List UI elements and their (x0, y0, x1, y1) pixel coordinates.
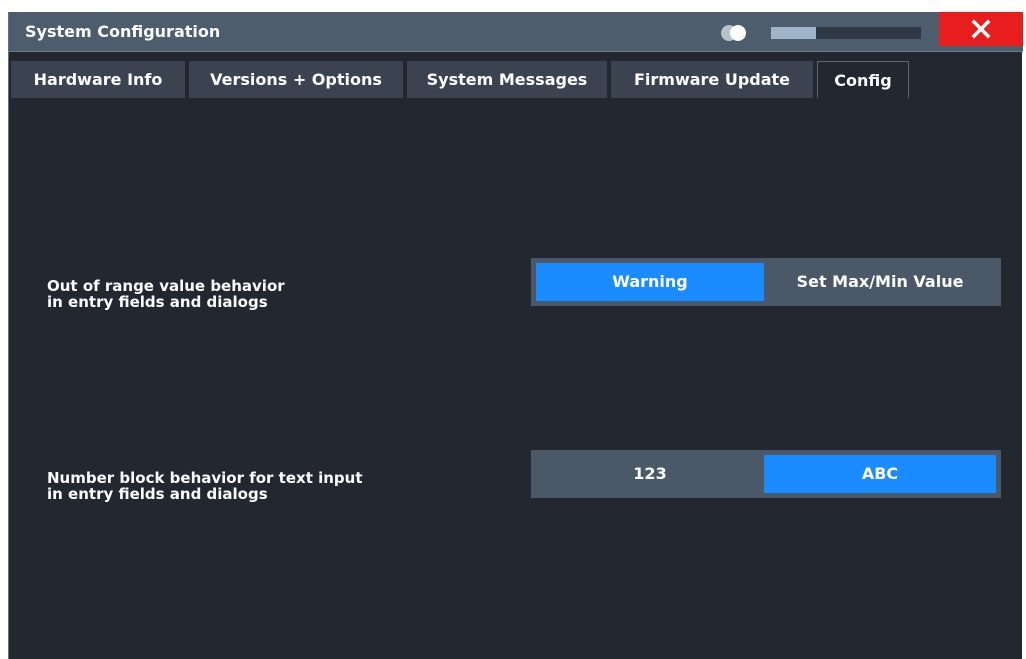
out-of-range-selector: Warning Set Max/Min Value (531, 258, 1001, 306)
tab-bar: Hardware Info Versions + Options System … (9, 61, 1023, 98)
option-abc[interactable]: ABC (764, 455, 996, 493)
toggle-icon[interactable] (721, 24, 755, 42)
set-max-min-option[interactable]: Set Max/Min Value (764, 263, 996, 301)
tab-firmware-update[interactable]: Firmware Update (611, 61, 813, 98)
warning-option[interactable]: Warning (536, 263, 764, 301)
number-block-selector: 123 ABC (531, 450, 1001, 498)
progress-fill (771, 27, 816, 39)
close-button[interactable] (939, 12, 1023, 46)
system-configuration-dialog: System Configuration Hardware Info Versi… (8, 12, 1023, 659)
dialog-title: System Configuration (25, 22, 221, 41)
tab-versions-options[interactable]: Versions + Options (189, 61, 403, 98)
close-icon (971, 19, 991, 39)
progress-bar (771, 27, 921, 39)
option-123[interactable]: 123 (536, 455, 764, 493)
title-bar: System Configuration (9, 12, 1023, 52)
number-block-label: Number block behavior for text input in … (47, 469, 363, 503)
tab-hardware-info[interactable]: Hardware Info (11, 61, 185, 98)
tab-system-messages[interactable]: System Messages (407, 61, 607, 98)
out-of-range-label: Out of range value behavior in entry fie… (47, 277, 285, 311)
tab-config[interactable]: Config (817, 61, 909, 98)
config-panel: Out of range value behavior in entry fie… (9, 98, 1023, 659)
